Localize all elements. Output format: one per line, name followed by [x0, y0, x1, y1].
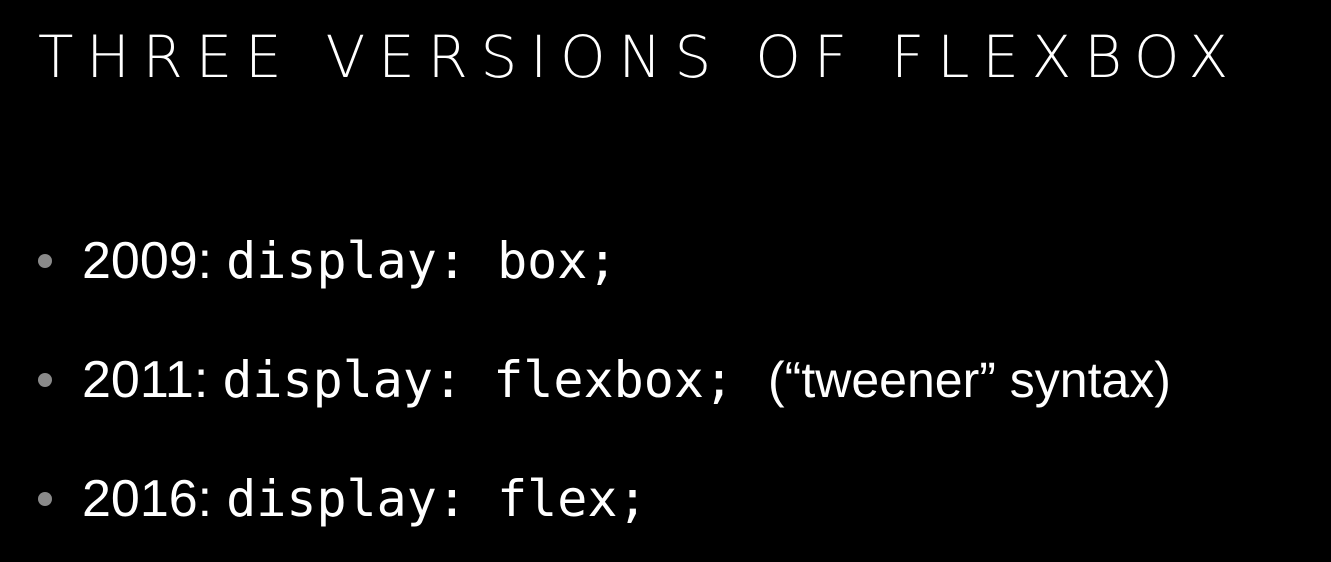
- bullet-item-2009: 2009: display: box;: [38, 225, 1171, 297]
- slide-title: THREE VERSIONS OF FLEXBOX: [38, 23, 1242, 91]
- bullet-code: display: flexbox;: [222, 351, 735, 409]
- bullet-list: 2009: display: box; 2011: display: flexb…: [38, 225, 1171, 535]
- bullet-item-2016: 2016: display: flex;: [38, 463, 1171, 535]
- bullet-item-2011: 2011: display: flexbox; (“tweener” synta…: [38, 344, 1171, 416]
- bullet-code: display: box;: [226, 232, 618, 290]
- bullet-year: 2009:: [82, 232, 213, 290]
- bullet-dot-icon: [38, 254, 52, 268]
- slide: THREE VERSIONS OF FLEXBOX 2009: display:…: [0, 0, 1331, 562]
- bullet-year: 2016:: [82, 470, 213, 528]
- bullet-code: display: flex;: [226, 470, 648, 528]
- bullet-year: 2011:: [82, 351, 209, 409]
- bullet-dot-icon: [38, 373, 52, 387]
- bullet-note: (“tweener” syntax): [768, 352, 1171, 408]
- bullet-dot-icon: [38, 492, 52, 506]
